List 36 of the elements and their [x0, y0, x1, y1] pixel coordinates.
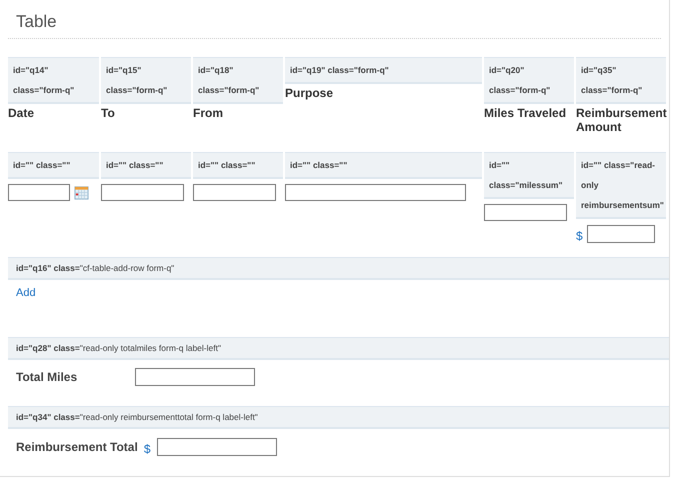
cell-tag: id="" class="milessum"	[484, 152, 574, 199]
question-tag: id="q16" class="cf-table-add-row form-q"	[8, 257, 669, 280]
cell-tag: id="" class=""	[285, 152, 482, 179]
column-label: To	[101, 105, 116, 120]
section-title: Table	[8, 0, 661, 39]
total-field[interactable]	[135, 368, 256, 386]
question-tag: id="q28" class="read-only totalmiles form-q label-left"	[8, 337, 669, 360]
cell-tag: id="" class="read-only reimbursementsum"	[576, 152, 666, 219]
question-tag: id="q34" class="read-only reimbursementtotal form-q label-left"	[8, 406, 669, 429]
column-label: Purpose	[285, 85, 334, 100]
question-tag: id="q14" class="form-q"	[8, 57, 99, 104]
column-label: Reimbursement Amount	[576, 105, 666, 134]
cell-tag: id="" class=""	[8, 152, 99, 179]
question-tag: id="q15" class="form-q"	[101, 57, 191, 104]
calendar-icon[interactable]	[74, 185, 89, 200]
cell-tag: id="" class=""	[101, 152, 191, 179]
question-tag: id="q18" class="form-q"	[193, 57, 283, 104]
question-tag: id="q20" class="form-q"	[484, 57, 574, 104]
column-label: Miles Traveled	[484, 105, 568, 120]
cell-tag: id="" class=""	[193, 152, 283, 179]
currency-symbol: $	[144, 442, 150, 456]
text-field[interactable]	[484, 204, 567, 221]
column-label: Date	[8, 105, 36, 120]
total-field[interactable]	[156, 438, 276, 456]
add-link[interactable]: Add	[16, 287, 36, 299]
field-label: Reimbursement Total	[16, 440, 138, 454]
question-tag: id="q35" class="form-q"	[576, 57, 666, 104]
question-tag: id="q19" class="form-q"	[285, 57, 482, 84]
date-field[interactable]	[8, 184, 70, 201]
text-field[interactable]	[193, 184, 276, 201]
currency-symbol: $	[576, 229, 583, 243]
column-label: From	[193, 105, 224, 120]
field-label: Total Miles	[16, 370, 78, 384]
amount-field[interactable]	[586, 224, 655, 242]
text-field[interactable]	[101, 184, 184, 201]
text-field[interactable]	[285, 184, 466, 201]
